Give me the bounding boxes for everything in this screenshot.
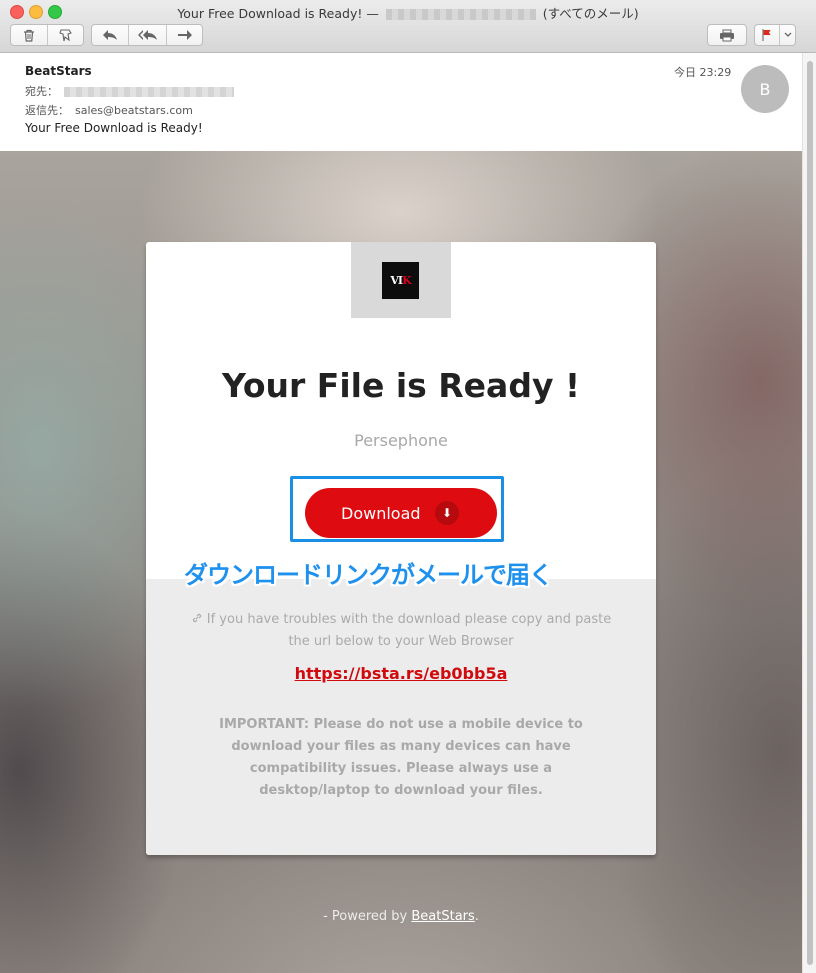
email-title: Your File is Ready ! (221, 366, 580, 405)
trash-button[interactable] (11, 25, 47, 45)
to-label: 宛先： (25, 85, 58, 98)
forward-button[interactable] (166, 25, 203, 45)
subject: Your Free Download is Ready! (25, 121, 203, 135)
track-name: Persephone (354, 431, 448, 450)
artist-logo: VI K (382, 262, 419, 299)
delete-junk-group (10, 24, 84, 46)
message-header: BeatStars 宛先： 返信先： sales@beatstars.com Yo… (0, 53, 802, 151)
link-icon (192, 613, 201, 623)
logo-container: VI K (351, 242, 451, 318)
to-row: 宛先： (25, 83, 234, 99)
print-button[interactable] (707, 24, 747, 46)
download-url-link[interactable]: https://bsta.rs/eb0bb5a (146, 664, 656, 683)
junk-icon (59, 28, 72, 41)
redacted-mailbox (385, 9, 536, 20)
reply-button[interactable] (92, 25, 128, 45)
avatar: B (741, 65, 789, 113)
received-time: 今日 23:29 (674, 66, 732, 79)
beatstars-footer-link[interactable]: BeatStars (411, 909, 474, 924)
chevron-down-icon (784, 32, 792, 37)
forward-icon (178, 30, 192, 40)
reply-to-address[interactable]: sales@beatstars.com (75, 104, 193, 117)
message-scrollbar[interactable] (802, 53, 816, 973)
sender-name[interactable]: BeatStars (25, 64, 92, 78)
flag-icon (762, 29, 771, 41)
print-icon (720, 29, 734, 41)
reply-all-button[interactable] (128, 25, 167, 45)
email-card: VI K Your File is Ready ! Persephone Down… (146, 242, 656, 855)
important-notice: IMPORTANT: Please do not use a mobile de… (219, 717, 583, 798)
junk-button[interactable] (47, 25, 84, 45)
scrollbar-thumb[interactable] (807, 61, 813, 965)
reply-group (91, 24, 203, 46)
reply-to-label: 返信先： (25, 104, 69, 117)
troubleshoot-text: If you have troubles with the download p… (186, 609, 616, 653)
reply-icon (103, 30, 117, 40)
download-label: Download (341, 503, 421, 523)
download-arrow-icon: ⬇ (435, 501, 459, 525)
download-button[interactable]: Download ⬇ (305, 488, 497, 538)
trash-icon (24, 29, 34, 42)
annotation-caption: ダウンロードリンクがメールで届く (184, 561, 553, 589)
powered-by-footer: - Powered by BeatStars. (323, 909, 479, 924)
window-title: Your Free Download is Ready! — (すべてのメール) (177, 6, 639, 21)
reply-all-icon (138, 30, 157, 40)
window-titlebar: Your Free Download is Ready! — (すべてのメール) (0, 0, 816, 53)
reply-to-row: 返信先： sales@beatstars.com (25, 102, 193, 118)
redacted-recipient (64, 87, 234, 97)
flag-menu-button[interactable] (754, 24, 796, 46)
